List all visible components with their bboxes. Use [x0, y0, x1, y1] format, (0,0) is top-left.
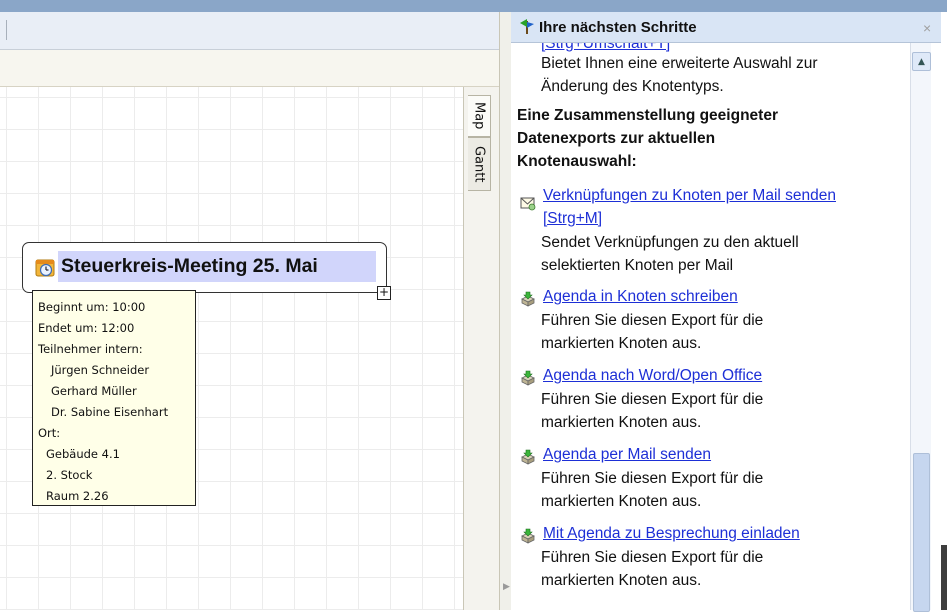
pane-scrollbar[interactable]: ▲	[910, 43, 931, 612]
node-note-tooltip: Beginnt um: 10:00 Endet um: 12:00 Teilne…	[32, 290, 196, 506]
note-line-start: Beginnt um: 10:00	[38, 300, 146, 314]
tab-map[interactable]: Map	[468, 95, 491, 137]
export-icon	[521, 370, 535, 386]
note-line-participants: Teilnehmer intern:	[38, 342, 143, 356]
next-steps-pane: Ihre nächsten Schritte × [Strg+Umschalt+…	[511, 12, 947, 612]
meeting-clock-icon	[35, 259, 55, 277]
agenda-word-desc-line-2: markierten Knoten aus.	[541, 414, 702, 431]
agenda-write-node-link[interactable]: Agenda in Knoten schreiben	[543, 288, 738, 306]
agenda-mail-desc-line-2: markierten Knoten aus.	[541, 493, 702, 510]
pane-title: Ihre nächsten Schritte	[539, 19, 697, 36]
toolbar-separator	[6, 20, 7, 40]
node-title[interactable]: Steuerkreis-Meeting 25. Mai	[61, 255, 318, 278]
note-line-room: Raum 2.26	[46, 489, 109, 503]
agenda-mail-desc-line-1: Führen Sie diesen Export für die	[541, 470, 764, 487]
scroll-up-button[interactable]: ▲	[912, 52, 931, 71]
note-line-participant-3: Dr. Sabine Eisenhart	[51, 405, 169, 419]
note-line-end: Endet um: 12:00	[38, 321, 135, 335]
note-line-location: Ort:	[38, 426, 61, 440]
pane-header: Ihre nächsten Schritte ×	[511, 12, 941, 43]
map-header-bar	[0, 50, 500, 87]
splitter-arrow-icon[interactable]: ▶	[503, 582, 510, 592]
agenda-mail-link[interactable]: Agenda per Mail senden	[543, 446, 711, 464]
intro-desc-line-1: Bietet Ihnen eine erweiterte Auswahl zur	[541, 55, 818, 72]
mail-links-desc-line-2: selektierten Knoten per Mail	[541, 257, 734, 274]
note-line-participant-2: Gerhard Müller	[51, 384, 137, 398]
agenda-word-link[interactable]: Agenda nach Word/Open Office	[543, 367, 762, 385]
agenda-write-node-desc-line-2: markierten Knoten aus.	[541, 335, 702, 352]
tab-gantt[interactable]: Gantt	[468, 137, 491, 191]
view-tabs: Map Gantt	[463, 87, 500, 610]
mail-links-shortcut-link[interactable]: [Strg+M]	[543, 210, 602, 228]
export-icon	[521, 528, 535, 544]
export-icon	[521, 449, 535, 465]
mail-links-desc-line-1: Sendet Verknüpfungen zu den aktuell	[541, 234, 799, 251]
agenda-invite-desc-line-2: markierten Knoten aus.	[541, 572, 702, 589]
change-node-type-link[interactable]: [Strg+Umschalt+T]	[541, 43, 670, 53]
intro-desc-line-2: Änderung des Knotentyps.	[541, 78, 724, 95]
agenda-write-node-desc-line-1: Führen Sie diesen Export für die	[541, 312, 764, 329]
mindmap-node[interactable]: Steuerkreis-Meeting 25. Mai	[22, 242, 387, 293]
note-line-floor: 2. Stock	[46, 468, 93, 482]
window-top-strip	[0, 0, 947, 12]
section-heading-line-3: Knotenauswahl:	[517, 153, 637, 170]
pane-content: [Strg+Umschalt+T] Bietet Ihnen eine erwe…	[511, 43, 911, 610]
close-icon[interactable]: ×	[923, 20, 931, 36]
toolbar	[0, 12, 500, 50]
agenda-word-desc-line-1: Führen Sie diesen Export für die	[541, 391, 764, 408]
note-line-building: Gebäude 4.1	[46, 447, 120, 461]
mail-links-link[interactable]: Verknüpfungen zu Knoten per Mail senden	[543, 187, 836, 205]
section-heading-line-2: Datenexports zur aktuellen	[517, 130, 716, 147]
export-icon	[521, 291, 535, 307]
mail-link-icon	[520, 197, 536, 211]
node-expand-button[interactable]: +	[377, 286, 391, 300]
agenda-invite-link[interactable]: Mit Agenda zu Besprechung einladen	[543, 525, 800, 543]
note-line-participant-1: Jürgen Schneider	[51, 363, 150, 377]
agenda-invite-desc-line-1: Führen Sie diesen Export für die	[541, 549, 764, 566]
signpost-icon	[520, 19, 534, 34]
section-heading-line-1: Eine Zusammenstellung geeigneter	[517, 107, 778, 124]
scroll-thumb[interactable]	[913, 453, 930, 612]
window-edge	[941, 545, 947, 610]
